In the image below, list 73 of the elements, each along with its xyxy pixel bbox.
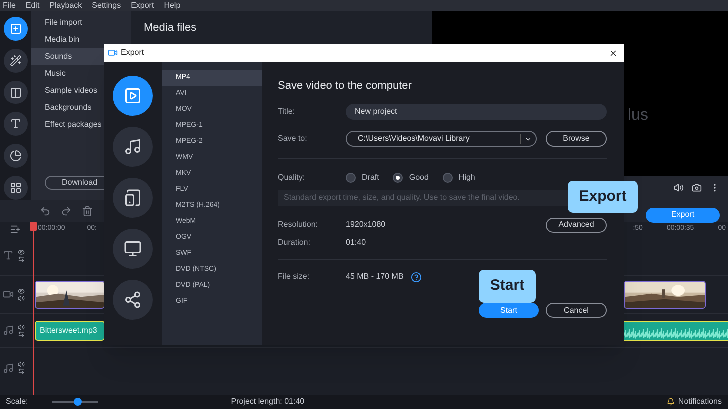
import-icon[interactable] (4, 17, 28, 41)
file-size-value: 45 MB - 170 MB (346, 271, 404, 283)
field-label: Save to: (278, 133, 308, 145)
grid-icon[interactable] (4, 176, 28, 200)
close-icon[interactable] (609, 48, 618, 58)
eye-icon[interactable] (18, 248, 25, 256)
arrows-icon[interactable] (18, 368, 25, 375)
radio-button[interactable] (442, 173, 453, 183)
undo-icon[interactable] (40, 206, 51, 216)
share-icon[interactable] (113, 280, 153, 320)
radio-label: Good (409, 172, 429, 184)
sidebar-item[interactable]: File import (31, 14, 131, 31)
video-clip[interactable] (35, 280, 105, 308)
monitor-icon[interactable] (113, 229, 153, 269)
menu-item[interactable]: Settings (92, 0, 122, 12)
sidebar-item[interactable]: Media bin (31, 31, 131, 48)
menu-item[interactable]: File (3, 0, 16, 12)
clip-label: Bittersweet.mp3 (40, 326, 98, 334)
app-icon (108, 48, 118, 58)
callout: Export (568, 181, 638, 213)
redo-icon[interactable] (61, 206, 72, 216)
text-icon[interactable] (4, 112, 28, 136)
project-length: Project length: 01:40 (231, 396, 305, 408)
dialog-heading: Save video to the computer (278, 79, 413, 94)
audio-clip[interactable] (624, 320, 728, 340)
menu-item[interactable]: Edit (26, 0, 40, 12)
audio-track-icon (3, 325, 14, 336)
text-track-icon (3, 250, 14, 261)
resolution-value: 1920x1080 (346, 219, 386, 231)
speaker-icon[interactable] (18, 361, 25, 368)
video-icon[interactable] (113, 76, 153, 116)
music-icon[interactable] (113, 127, 153, 167)
callout: Start (479, 270, 536, 303)
field-label: Quality: (278, 172, 306, 184)
field-label: Duration: (278, 237, 312, 249)
cancel-button[interactable]: Cancel (546, 303, 607, 318)
radio-button[interactable] (393, 173, 404, 183)
notifications-link[interactable]: Notifications (678, 396, 722, 408)
radio-label: High (458, 172, 476, 184)
arrows-icon[interactable] (18, 256, 25, 262)
panel-title: Media files (144, 21, 198, 36)
field-label: File size: (278, 271, 311, 283)
eye-icon[interactable] (18, 288, 25, 294)
add-track-icon[interactable] (10, 224, 21, 234)
arrows-icon[interactable] (18, 330, 25, 338)
title-field[interactable]: New project (346, 104, 607, 120)
field-label: Resolution: (278, 219, 320, 231)
audio-track-icon (3, 362, 14, 374)
field-label: Title: (278, 106, 296, 118)
path-dropdown[interactable]: C:\Users\Videos\Movavi Library (346, 131, 537, 147)
pie-icon[interactable] (4, 144, 28, 168)
scale-label: Scale: (6, 396, 28, 408)
delete-icon[interactable] (82, 206, 93, 216)
duration-value: 01:40 (346, 237, 366, 249)
devices-icon[interactable] (113, 178, 153, 218)
wand-icon[interactable] (4, 48, 28, 73)
chevron-icon (525, 136, 532, 142)
speaker-icon[interactable] (18, 294, 25, 302)
split-icon[interactable] (4, 80, 28, 104)
radio-label: Draft (362, 172, 380, 184)
menu-item[interactable]: Playback (50, 0, 82, 12)
browse-button[interactable]: Browse (546, 131, 607, 147)
preview-text: lus (628, 107, 648, 124)
menu-item[interactable]: Help (164, 0, 181, 12)
speaker-icon[interactable] (674, 183, 684, 193)
speaker-icon[interactable] (18, 324, 25, 330)
bell-icon[interactable] (667, 398, 676, 406)
camera-icon[interactable] (692, 183, 702, 193)
menu-item[interactable]: Export (131, 0, 154, 12)
video-track-icon (3, 289, 14, 300)
radio-button[interactable] (346, 173, 356, 183)
help-icon[interactable] (410, 272, 422, 282)
advanced-button[interactable]: Advanced (546, 218, 607, 232)
